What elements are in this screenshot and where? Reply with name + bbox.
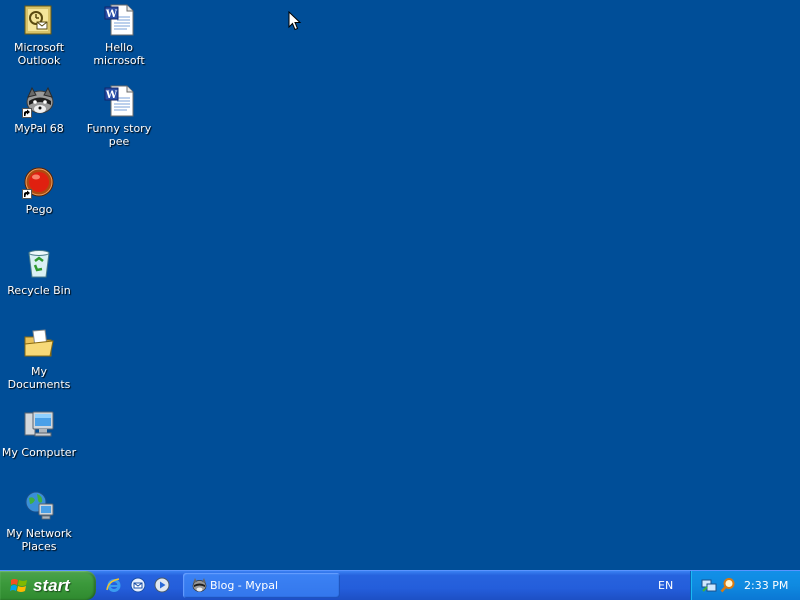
quick-launch-bar — [104, 575, 172, 597]
my-documents-icon — [23, 328, 55, 360]
desktop-icon-recycle-bin[interactable]: Recycle Bin — [0, 247, 78, 297]
desktop-icon-my-computer[interactable]: My Computer — [0, 409, 78, 459]
language-indicator[interactable]: EN — [658, 571, 673, 600]
media-player-icon[interactable] — [152, 575, 172, 595]
word-document-icon: W — [103, 4, 135, 36]
svg-text:W: W — [105, 9, 118, 20]
taskbar: start Blog - Mypal EN 2:33 PM — [0, 570, 800, 600]
mouse-cursor-icon — [288, 11, 302, 31]
system-tray: 2:33 PM — [690, 571, 800, 600]
start-button[interactable]: start — [0, 571, 96, 600]
search-tray-icon[interactable] — [720, 577, 736, 593]
shortcut-arrow-icon — [22, 189, 32, 199]
my-computer-icon — [23, 409, 55, 441]
mypal-browser-icon — [22, 85, 55, 118]
desktop-icon-label: Funny story pee — [86, 122, 152, 148]
taskbar-button-label: Blog - Mypal — [210, 579, 279, 592]
desktop-icon-microsoft-outlook[interactable]: Microsoft Outlook — [0, 4, 78, 67]
start-label: start — [33, 576, 70, 595]
clock[interactable]: 2:33 PM — [744, 571, 788, 600]
desktop-icon-pego[interactable]: Pego — [0, 166, 78, 216]
network-places-icon — [23, 490, 55, 522]
mypal-browser-icon — [192, 578, 207, 592]
desktop-icon-label: My Documents — [7, 365, 71, 391]
desktop[interactable]: Microsoft Outlook W Hello microsoft MyPa… — [0, 0, 800, 570]
pego-icon — [22, 166, 55, 199]
outlook-icon — [23, 4, 55, 36]
desktop-icon-hello-microsoft[interactable]: W Hello microsoft — [80, 4, 158, 67]
network-tray-icon[interactable] — [701, 577, 717, 593]
desktop-icon-label: MyPal 68 — [14, 122, 64, 135]
desktop-icon-my-network-places[interactable]: My Network Places — [0, 490, 78, 553]
internet-explorer-icon[interactable] — [104, 575, 124, 595]
recycle-bin-icon — [23, 247, 55, 279]
desktop-icon-label: Pego — [25, 203, 53, 216]
desktop-icon-label: Hello microsoft — [93, 41, 145, 67]
desktop-icon-my-documents[interactable]: My Documents — [0, 328, 78, 391]
shortcut-arrow-icon — [22, 108, 32, 118]
windows-logo-icon — [10, 579, 27, 592]
desktop-icon-label: My Computer — [1, 446, 77, 459]
outlook-express-icon[interactable] — [128, 575, 148, 595]
desktop-icon-label: Microsoft Outlook — [13, 41, 65, 67]
desktop-icon-label: My Network Places — [6, 527, 72, 553]
desktop-icon-label: Recycle Bin — [7, 284, 71, 297]
taskbar-button-blog-mypal[interactable]: Blog - Mypal — [183, 573, 340, 598]
desktop-icon-mypal-68[interactable]: MyPal 68 — [0, 85, 78, 135]
word-document-icon: W — [103, 85, 135, 117]
desktop-icon-funny-story-pee[interactable]: W Funny story pee — [80, 85, 158, 148]
svg-text:W: W — [105, 90, 118, 101]
